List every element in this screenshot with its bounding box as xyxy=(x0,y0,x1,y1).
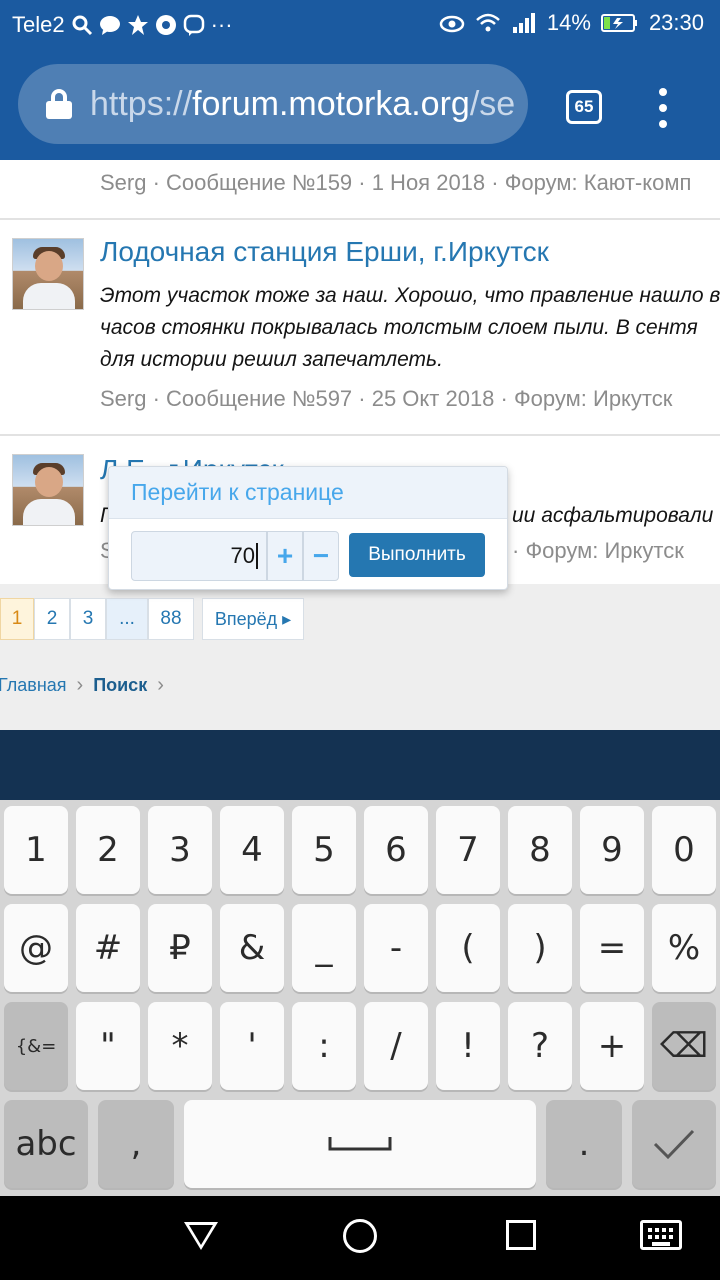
result-title-link[interactable]: Лодочная станция Ерши, г.Иркутск xyxy=(100,236,549,268)
key-:[interactable]: : xyxy=(292,1002,356,1090)
star-badge-icon xyxy=(127,15,148,35)
page-link-last[interactable]: 88 xyxy=(148,598,194,640)
key-/[interactable]: / xyxy=(364,1002,428,1090)
result-snippet-line: Этот участок тоже за наш. Хорошо, что пр… xyxy=(100,284,720,307)
goto-page-popup: Перейти к странице 70 + − Выполнить xyxy=(108,466,508,590)
chat-bubble-icon xyxy=(99,16,120,35)
key-'[interactable]: ' xyxy=(220,1002,284,1090)
key-([interactable]: ( xyxy=(436,904,500,992)
space-bar-icon xyxy=(328,1137,392,1151)
go-button[interactable]: Выполнить xyxy=(349,533,485,577)
carrier-label: Tele2 xyxy=(12,12,65,37)
url-host: forum.motorka.org xyxy=(192,84,470,123)
page-link-current[interactable]: 1 xyxy=(0,598,34,640)
browser-toolbar: https://forum.motorka.org/se 65 xyxy=(0,48,720,160)
divider xyxy=(0,218,720,220)
abc-toggle-key[interactable]: abc xyxy=(4,1100,88,1188)
result-meta-fragment: · Форум: Иркутск xyxy=(512,538,684,563)
key-#[interactable]: # xyxy=(76,904,140,992)
key-%[interactable]: % xyxy=(652,904,716,992)
soft-keyboard: 1 2 3 4 5 6 7 8 9 0 @ # ₽ & _ -() =% {&= " * ': /!? + ⌫ abc,. xyxy=(0,800,720,1196)
url-text: https://forum.motorka.org/se xyxy=(90,85,515,124)
site-footer xyxy=(0,730,720,802)
key-4[interactable]: 4 xyxy=(220,806,284,894)
key-5[interactable]: 5 xyxy=(292,806,356,894)
more-notifications: ··· xyxy=(210,12,233,37)
result-meta: Serg · Сообщение №159 · 1 Ноя 2018 · Фор… xyxy=(100,170,692,195)
key-@[interactable]: @ xyxy=(4,904,68,992)
back-icon[interactable] xyxy=(184,1222,218,1250)
key-*[interactable]: * xyxy=(148,1002,212,1090)
tab-switcher-button[interactable]: 65 xyxy=(566,90,602,124)
key-9[interactable]: 9 xyxy=(580,806,644,894)
key--[interactable]: - xyxy=(364,904,428,992)
viber-icon xyxy=(183,14,204,36)
recent-apps-icon[interactable] xyxy=(506,1220,536,1250)
key-2[interactable]: 2 xyxy=(76,806,140,894)
clock: 23:30 xyxy=(648,10,704,35)
url-path: /se xyxy=(469,84,516,123)
increment-button[interactable]: + xyxy=(267,531,303,581)
decrement-button[interactable]: − xyxy=(303,531,339,581)
key-3[interactable]: 3 xyxy=(148,806,212,894)
breadcrumb-separator: › xyxy=(76,674,84,696)
breadcrumb-search-link[interactable]: Поиск xyxy=(93,675,147,696)
url-scheme: https:// xyxy=(90,84,193,123)
key-7[interactable]: 7 xyxy=(436,806,500,894)
key-![interactable]: ! xyxy=(436,1002,500,1090)
chrome-icon xyxy=(155,15,176,35)
overflow-menu-icon[interactable] xyxy=(656,88,670,128)
page-jump-button[interactable]: ... xyxy=(106,598,148,640)
result-meta: Serg · Сообщение №597 · 25 Окт 2018 · Фо… xyxy=(100,386,673,411)
key-_[interactable]: _ xyxy=(292,904,356,992)
next-page-button[interactable]: Вперёд ▸ xyxy=(202,598,304,640)
page-number-value: 70 xyxy=(230,543,255,568)
space-key[interactable] xyxy=(184,1100,536,1188)
avatar[interactable] xyxy=(12,454,84,526)
key-=[interactable]: = xyxy=(580,904,644,992)
address-bar[interactable]: https://forum.motorka.org/se xyxy=(18,64,528,144)
battery-charging-icon xyxy=(600,14,637,32)
signal-icon xyxy=(512,13,535,33)
key-0[interactable]: 0 xyxy=(652,806,716,894)
divider xyxy=(0,434,720,436)
key-"[interactable]: " xyxy=(76,1002,140,1090)
result-snippet-line: часов стоянки покрывалась толстым слоем … xyxy=(100,316,698,339)
breadcrumb-home-link[interactable]: Главная xyxy=(0,675,67,696)
search-icon xyxy=(72,15,92,36)
lock-icon xyxy=(46,89,72,119)
key-+[interactable]: + xyxy=(580,1002,644,1090)
key-&[interactable]: & xyxy=(220,904,284,992)
key-)[interactable]: ) xyxy=(508,904,572,992)
comma-key[interactable]: , xyxy=(98,1100,174,1188)
popup-title: Перейти к странице xyxy=(109,467,507,519)
symbols-toggle-key[interactable]: {&= xyxy=(4,1002,68,1090)
status-bar: Tele2 ··· 14% 23:30 xyxy=(0,0,720,48)
text-caret xyxy=(256,543,258,569)
home-icon[interactable] xyxy=(343,1219,377,1253)
pagination: 1 2 3 ... 88 xyxy=(0,598,194,640)
avatar[interactable] xyxy=(12,238,84,310)
system-nav-bar xyxy=(0,1196,720,1280)
result-snippet-line: для истории решил запечатлеть. xyxy=(100,348,443,371)
page-number-input[interactable]: 70 xyxy=(131,531,267,581)
enter-key[interactable] xyxy=(632,1100,716,1188)
battery-percent: 14% xyxy=(546,10,591,35)
checkmark-icon xyxy=(653,1129,695,1160)
keyboard-icon[interactable] xyxy=(640,1220,682,1250)
key-?[interactable]: ? xyxy=(508,1002,572,1090)
key-₽[interactable]: ₽ xyxy=(148,904,212,992)
key-1[interactable]: 1 xyxy=(4,806,68,894)
key-8[interactable]: 8 xyxy=(508,806,572,894)
breadcrumb-separator: › xyxy=(157,674,164,696)
breadcrumb: Главная › Поиск › xyxy=(0,674,164,697)
page-link[interactable]: 2 xyxy=(34,598,70,640)
period-key[interactable]: . xyxy=(546,1100,622,1188)
wifi-icon xyxy=(476,13,500,32)
key-6[interactable]: 6 xyxy=(364,806,428,894)
page-link[interactable]: 3 xyxy=(70,598,106,640)
backspace-key[interactable]: ⌫ xyxy=(652,1002,716,1090)
eye-icon xyxy=(439,15,465,33)
result-snippet-fragment: ии асфальтировали xyxy=(512,504,714,527)
